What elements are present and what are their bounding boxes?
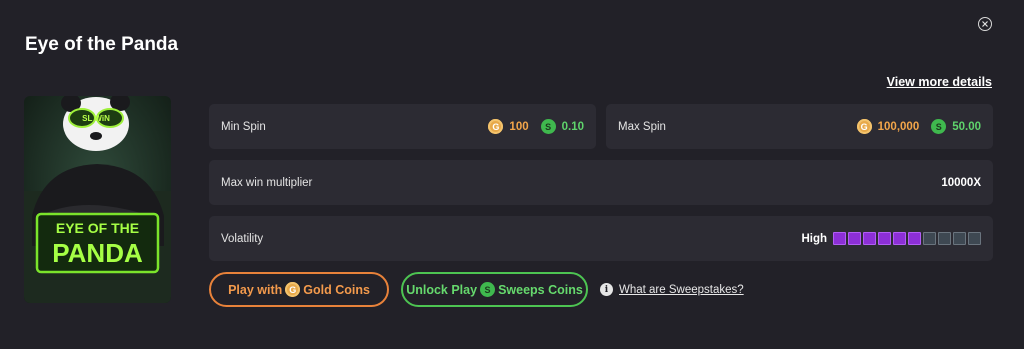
volatility-bar-empty <box>968 232 981 245</box>
min-spin-gold-value: 100 <box>509 120 529 133</box>
panda-artwork: SL WiN EYE OF THE PANDA <box>24 96 171 303</box>
max-win-label: Max win multiplier <box>221 176 313 189</box>
max-spin-label: Max Spin <box>618 120 666 133</box>
volatility-bar-filled <box>893 232 906 245</box>
view-more-details-link[interactable]: View more details <box>887 75 992 89</box>
gold-coin-icon: G <box>285 282 301 297</box>
info-icon: i <box>600 283 613 296</box>
max-spin-card: Max Spin G 100,000 S 50.00 <box>606 104 993 149</box>
gold-coin-icon: G <box>856 119 872 134</box>
volatility-bar-filled <box>878 232 891 245</box>
page-title: Eye of the Panda <box>25 34 179 55</box>
volatility-bar-empty <box>953 232 966 245</box>
what-are-sweepstakes-text: What are Sweepstakes? <box>619 283 744 296</box>
logo-line2: PANDA <box>52 238 143 268</box>
unlock-sweeps-coins-button[interactable]: Unlock Play S Sweeps Coins <box>401 272 588 307</box>
logo-line1: EYE OF THE <box>56 220 139 236</box>
max-win-value: 10000X <box>941 176 981 189</box>
game-thumbnail[interactable]: SL WiN EYE OF THE PANDA <box>24 96 171 303</box>
sweeps-coin-icon: S <box>480 282 496 297</box>
sweeps-coin-icon: S <box>540 119 556 134</box>
volatility-card: Volatility High <box>209 216 993 261</box>
volatility-label: Volatility <box>221 232 264 245</box>
play-gold-coins-button[interactable]: Play with G Gold Coins <box>209 272 389 307</box>
play-gold-prefix: Play with <box>228 282 283 297</box>
max-spin-gold-value: 100,000 <box>877 120 920 133</box>
volatility-meter <box>833 232 981 245</box>
min-spin-sweep-value: 0.10 <box>561 120 584 133</box>
volatility-bar-empty <box>938 232 951 245</box>
max-spin-sweep-value: 50.00 <box>952 120 981 133</box>
volatility-bar-empty <box>923 232 936 245</box>
volatility-level: High <box>801 232 827 245</box>
min-spin-label: Min Spin <box>221 120 266 133</box>
gold-coin-icon: G <box>488 119 504 134</box>
unlock-sweep-prefix: Unlock Play <box>406 282 478 297</box>
volatility-bar-filled <box>848 232 861 245</box>
min-spin-card: Min Spin G 100 S 0.10 <box>209 104 596 149</box>
volatility-bar-filled <box>863 232 876 245</box>
volatility-bar-filled <box>908 232 921 245</box>
play-gold-suffix: Gold Coins <box>303 282 370 297</box>
what-are-sweepstakes-link[interactable]: i What are Sweepstakes? <box>600 283 744 296</box>
unlock-sweep-suffix: Sweeps Coins <box>498 282 583 297</box>
volatility-bar-filled <box>833 232 846 245</box>
close-button[interactable] <box>978 17 992 31</box>
glasses-text: SL WiN <box>82 114 110 123</box>
max-win-card: Max win multiplier 10000X <box>209 160 993 205</box>
sweeps-coin-icon: S <box>931 119 947 134</box>
close-icon <box>982 21 988 27</box>
